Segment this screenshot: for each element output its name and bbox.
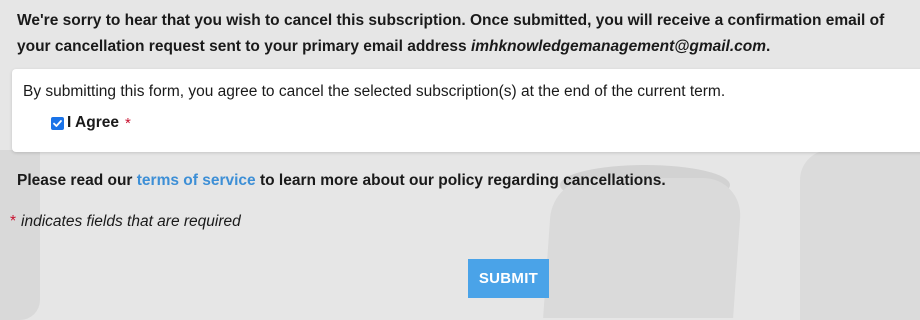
terms-of-service-link[interactable]: terms of service <box>137 172 256 189</box>
consent-card: By submitting this form, you agree to ca… <box>12 69 920 152</box>
policy-text: Please read our terms of service to lear… <box>17 172 666 190</box>
required-fields-note: * indicates fields that are required <box>10 213 241 231</box>
policy-suffix: to learn more about our policy regarding… <box>259 172 666 189</box>
required-note-text: indicates fields that are required <box>21 213 241 230</box>
required-note-star: * <box>10 213 17 230</box>
background-decoration-mid <box>543 178 743 318</box>
consent-text: By submitting this form, you agree to ca… <box>23 83 726 100</box>
intro-email: imhknowledgemanagement@gmail.com <box>470 38 767 55</box>
required-star: * <box>124 114 131 132</box>
submit-button[interactable]: SUBMIT <box>468 259 549 298</box>
policy-prefix: Please read our <box>17 172 133 189</box>
agree-label[interactable]: I Agree <box>67 114 119 132</box>
checkmark-icon <box>53 119 62 127</box>
agree-row[interactable]: I Agree * <box>51 114 131 132</box>
intro-period: . <box>766 38 771 55</box>
background-decoration-right <box>800 150 920 320</box>
agree-checkbox[interactable] <box>51 116 64 130</box>
cancellation-intro: We're sorry to hear that you wish to can… <box>17 8 917 60</box>
